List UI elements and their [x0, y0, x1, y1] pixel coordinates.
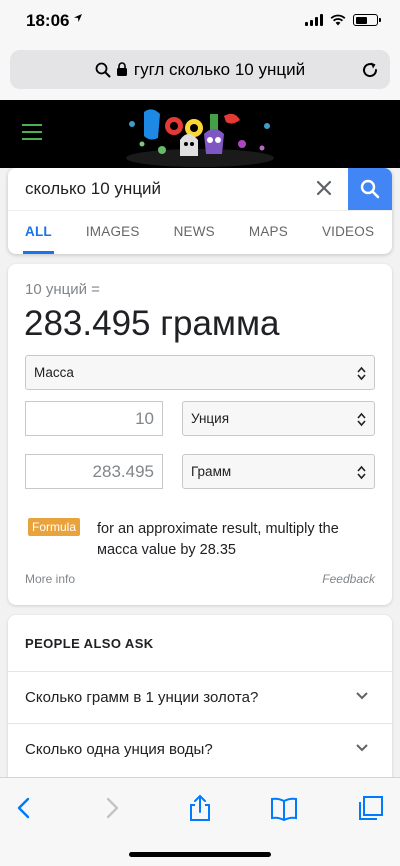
- feedback-link[interactable]: Feedback: [322, 572, 375, 586]
- home-indicator: [129, 852, 271, 857]
- unit-converter-card: 10 унций = 283.495 грамма Масса 10 Унция…: [8, 264, 392, 605]
- search-button[interactable]: [348, 168, 392, 210]
- select-arrows-icon: [357, 412, 366, 427]
- select-arrows-icon: [357, 465, 366, 480]
- tab-images[interactable]: IMAGES: [86, 211, 140, 254]
- clear-icon[interactable]: [316, 180, 332, 196]
- search-tabs: ALL IMAGES NEWS MAPS VIDEOS: [8, 210, 392, 254]
- from-unit-select[interactable]: Унция: [182, 401, 375, 436]
- quantity-select-value: Масса: [34, 365, 74, 380]
- cellular-signal-icon: [305, 14, 323, 26]
- quantity-select[interactable]: Масса: [25, 355, 375, 390]
- reload-icon[interactable]: [360, 60, 380, 80]
- location-arrow-icon: [74, 14, 82, 22]
- people-also-ask-title: PEOPLE ALSO ASK: [25, 636, 154, 651]
- select-arrows-icon: [357, 366, 366, 381]
- converter-subtitle: 10 унций =: [25, 281, 100, 298]
- converter-result: 283.495 грамма: [24, 304, 280, 343]
- tab-news[interactable]: NEWS: [174, 211, 215, 254]
- status-indicators: [305, 14, 381, 26]
- battery-icon: [353, 14, 381, 26]
- tabs-icon[interactable]: [356, 794, 384, 822]
- browser-address-area: гугл сколько 10 унций: [0, 44, 400, 100]
- to-unit-value: Грамм: [191, 464, 232, 479]
- search-input[interactable]: сколько 10 унций: [8, 179, 392, 199]
- more-info-link[interactable]: More info: [25, 572, 75, 586]
- from-unit-value: Унция: [191, 411, 230, 426]
- status-bar: 18:06: [0, 0, 400, 44]
- tab-all[interactable]: ALL: [23, 211, 54, 254]
- google-doodle[interactable]: [122, 104, 278, 168]
- address-bar[interactable]: гугл сколько 10 унций: [10, 50, 390, 89]
- formula-text: for an approximate result, multiply the …: [97, 521, 339, 558]
- bookmarks-icon[interactable]: [270, 794, 298, 822]
- menu-icon[interactable]: [22, 124, 42, 145]
- paa-question-text: Сколько грамм в 1 унции золота?: [25, 689, 259, 706]
- status-time: 18:06: [26, 11, 70, 30]
- tab-videos[interactable]: VIDEOS: [322, 211, 374, 254]
- paa-question[interactable]: Сколько одна унция воды?: [8, 723, 392, 775]
- search-icon: [360, 179, 380, 199]
- url-text: гугл сколько 10 унций: [133, 59, 306, 79]
- search-row: сколько 10 унций: [8, 168, 392, 210]
- search-card: сколько 10 унций ALL IMAGES NEWS MAPS VI…: [8, 168, 392, 254]
- forward-icon[interactable]: [98, 794, 126, 822]
- back-icon[interactable]: [10, 794, 38, 822]
- from-value-input[interactable]: 10: [25, 401, 163, 436]
- wifi-icon: [330, 14, 346, 26]
- people-also-ask-card: PEOPLE ALSO ASK Сколько грамм в 1 унции …: [8, 615, 392, 795]
- chevron-down-icon: [356, 692, 368, 700]
- tab-maps[interactable]: MAPS: [249, 211, 288, 254]
- to-value-input[interactable]: 283.495: [25, 454, 163, 489]
- chevron-down-icon: [356, 744, 368, 752]
- lock-icon: [116, 62, 127, 76]
- share-icon[interactable]: [186, 794, 214, 822]
- paa-question-text: Сколько одна унция воды?: [25, 741, 213, 758]
- paa-question[interactable]: Сколько грамм в 1 унции золота?: [8, 671, 392, 723]
- formula-badge: Formula: [28, 518, 81, 536]
- google-header: [0, 100, 400, 168]
- to-unit-select[interactable]: Грамм: [182, 454, 375, 489]
- search-icon: [95, 62, 111, 77]
